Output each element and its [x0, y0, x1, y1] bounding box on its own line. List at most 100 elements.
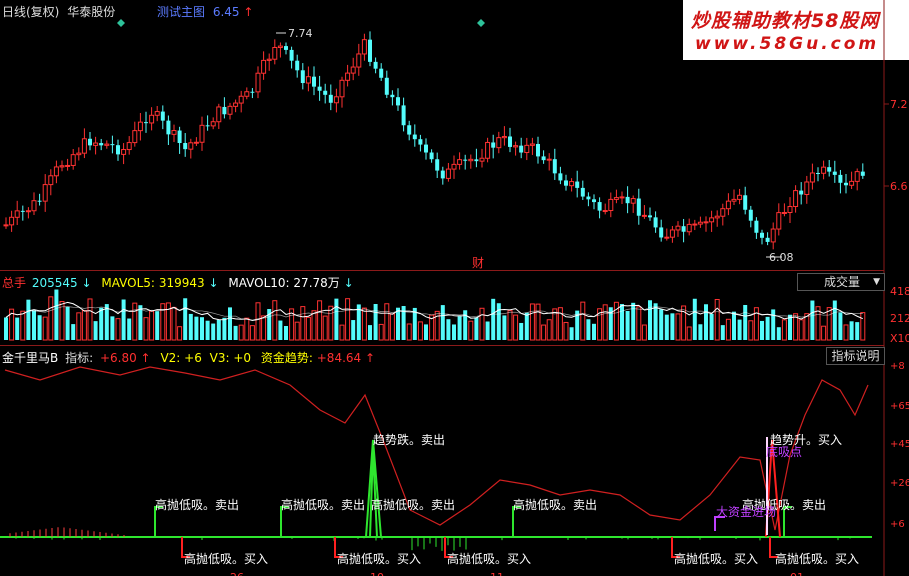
- sell-signal-label: 高抛低吸。卖出: [371, 497, 455, 512]
- candle-body: [748, 209, 753, 221]
- volume-bar: [305, 316, 311, 341]
- volume-bar: [496, 303, 501, 340]
- low-price-label: 6.08: [769, 251, 794, 264]
- candle-body: [849, 180, 855, 186]
- finance-marker[interactable]: 财: [472, 256, 484, 270]
- volume-bar: [592, 323, 596, 340]
- candle-body: [832, 171, 837, 175]
- volume-bar: [826, 307, 832, 341]
- candle-body: [636, 198, 641, 216]
- volume-bar: [491, 298, 496, 340]
- volume-bar: [732, 311, 736, 340]
- candle-body: [854, 171, 860, 182]
- candle-body: [255, 72, 261, 93]
- candle-body: [592, 199, 596, 203]
- volume-bar: [743, 304, 748, 340]
- date-axis-label: 01: [790, 571, 804, 576]
- volume-bar: [659, 309, 664, 340]
- candle-body: [132, 130, 138, 144]
- candle-body: [860, 171, 865, 176]
- volume-bar: [300, 306, 306, 341]
- candle-body: [720, 208, 726, 217]
- candle-body: [844, 182, 848, 186]
- candle-body: [653, 217, 658, 228]
- candle-body: [558, 173, 563, 181]
- volume-bar: [524, 312, 529, 340]
- candle-body: [53, 166, 59, 177]
- candle-body: [770, 228, 776, 243]
- candle-body: [787, 206, 793, 214]
- candle-body: [580, 187, 585, 197]
- candle-body: [686, 223, 692, 233]
- candle-body: [474, 159, 479, 162]
- candle-body: [126, 142, 132, 151]
- candle-body: [445, 168, 451, 179]
- candle-body: [597, 202, 602, 211]
- volume-bar: [798, 319, 804, 341]
- candle-body: [429, 152, 434, 160]
- volume-chart[interactable]: 418 212 X10: [0, 270, 909, 345]
- volume-bar: [322, 315, 328, 341]
- candle-body: [368, 39, 372, 62]
- candle-body: [305, 76, 311, 84]
- volume-bar: [686, 326, 692, 341]
- candle-body: [339, 79, 345, 98]
- candle-body: [144, 122, 148, 124]
- volume-bar: [228, 307, 232, 340]
- candle-body: [99, 143, 104, 146]
- volume-bar: [788, 314, 792, 340]
- candle-body: [199, 124, 205, 143]
- volume-bar: [211, 323, 216, 340]
- candle-body: [295, 60, 300, 71]
- volume-bar: [648, 300, 652, 340]
- candle-body: [630, 198, 636, 204]
- candle-body: [166, 120, 171, 135]
- candle-body: [266, 58, 272, 61]
- date-axis: 26 10 11 01: [230, 571, 804, 576]
- volume-bar: [205, 320, 210, 340]
- big-fund-label: 大资金进场: [716, 504, 776, 519]
- volume-bar: [384, 303, 390, 341]
- volume-bar: [760, 320, 764, 340]
- volume-bar: [849, 321, 854, 340]
- volume-bar: [485, 321, 490, 340]
- volume-bar: [4, 317, 8, 340]
- candle-body: [552, 159, 557, 174]
- candle-body: [602, 210, 608, 213]
- candle-body: [401, 105, 406, 126]
- candle-body: [81, 138, 87, 154]
- volume-bar: [99, 307, 104, 340]
- volume-bar: [20, 310, 26, 341]
- volume-bar: [71, 324, 76, 340]
- candle-body: [575, 181, 580, 188]
- candle-body: [463, 159, 468, 161]
- date-axis-label: 26: [230, 571, 244, 576]
- volume-bar: [373, 304, 378, 340]
- candle-body: [737, 194, 743, 200]
- volume-bar: [368, 325, 372, 340]
- candle-body: [222, 106, 227, 115]
- volume-bar: [284, 326, 288, 340]
- candle-body: [390, 94, 395, 98]
- volume-bar: [586, 319, 591, 340]
- candle-body: [776, 212, 782, 230]
- candle-body: [709, 217, 715, 223]
- volume-bar: [457, 316, 462, 340]
- volume-bar: [222, 317, 227, 340]
- sell-signal-label: 高抛低吸。卖出: [281, 497, 365, 512]
- candle-body: [424, 144, 428, 153]
- volume-bar: [65, 306, 70, 340]
- buy-signal-label: 高抛低吸。买入: [775, 551, 859, 566]
- volume-bar: [183, 298, 188, 340]
- candle-body: [193, 141, 199, 144]
- candle-body: [407, 125, 412, 135]
- candle-body: [508, 136, 512, 147]
- candle-body: [412, 134, 417, 140]
- candle-body: [384, 77, 389, 95]
- volume-bar: [709, 313, 714, 340]
- candle-body: [569, 181, 575, 187]
- candle-body: [435, 159, 440, 171]
- volume-bar: [378, 323, 384, 341]
- indicator-chart[interactable]: +8 +65 +45 +26 +6 高抛低吸。卖出 高抛低吸。卖出 高抛低吸。卖…: [0, 345, 909, 576]
- candle-body: [312, 76, 316, 87]
